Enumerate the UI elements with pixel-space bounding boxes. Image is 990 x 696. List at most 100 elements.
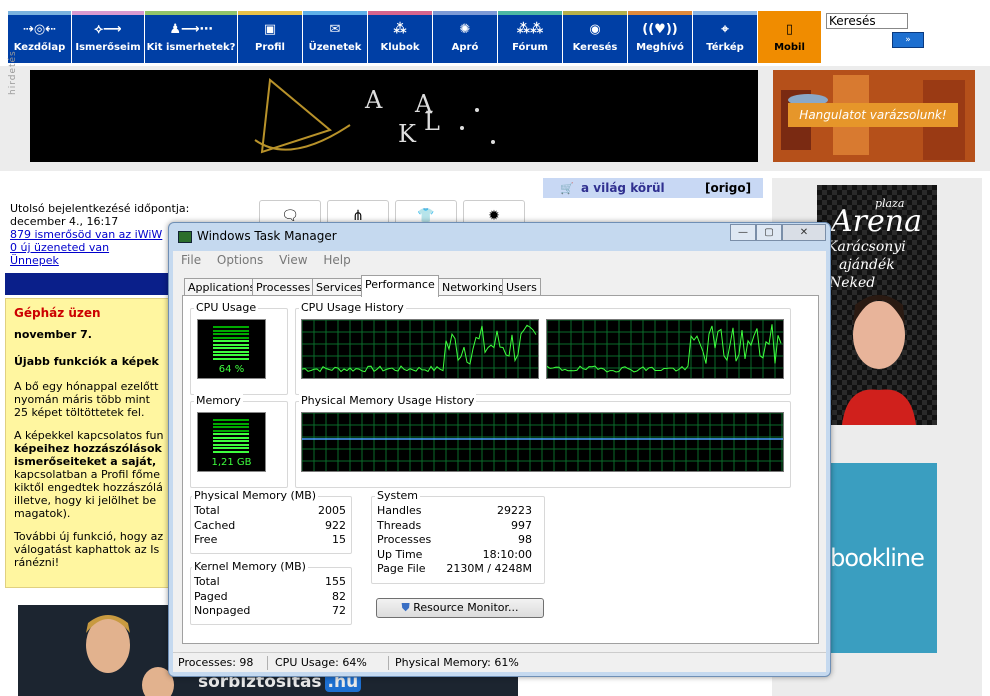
meter-segment [213,336,249,339]
nav-tab-label: Meghívó [636,42,684,53]
arena-plaza-ad[interactable]: plaza Arena Karácsonyi ajándék Neked [817,185,937,425]
world-news-source[interactable]: [origo] [705,178,751,198]
menu-help[interactable]: Help [323,253,350,267]
cpu-usage-value: 64 % [218,364,245,375]
sail-logo-icon: A A K L [254,78,495,154]
arena-ad-art: plaza Arena Karácsonyi ajándék Neked [817,185,937,425]
tab-applications[interactable]: Applications [184,278,260,296]
sys-pagefile-value: 2130M / 4248M [446,562,532,575]
tab-processes[interactable]: Processes [252,278,315,296]
people-network-icon: ♟⟶⋯ [169,22,213,37]
window-title: Windows Task Manager [197,229,337,243]
tab-users[interactable]: Users [502,278,541,296]
shopping-cart-icon: 🛒 [560,182,574,195]
kernel-nonpaged-value: 72 [332,604,346,617]
sys-uptime-value: 18:10:00 [482,547,532,561]
resource-monitor-button[interactable]: ⛊ Resource Monitor... [376,598,544,618]
nav-tab-label: Apró [451,42,479,53]
map-icon: ⌖ [721,22,729,37]
banner-ad-left[interactable]: A A K L [30,70,758,162]
nav-tab-keresés[interactable]: ◉ Keresés [563,11,627,63]
blue-separator [5,273,175,295]
nav-tab-profil[interactable]: ▣ Profil [238,11,302,63]
memory-value: 1,21 GB [211,457,252,468]
close-button[interactable]: ✕ [782,224,826,241]
banner-letter-a1: A [364,86,383,114]
nav-tab-label: Ismerőseim [75,42,141,53]
cpu-history-graph-1 [301,319,539,379]
minimize-button[interactable]: — [730,224,756,241]
notice-headline: Újabb funkciók a képek [14,355,159,368]
notice-title: Gépház üzen [14,306,101,320]
home-icon: ⇢◎⇠ [22,22,57,37]
notice-date: november 7. [14,328,92,341]
meter-segment [213,329,249,332]
world-news-title: a világ körül [581,181,665,195]
forum-icon: ⁂⁂ [516,22,544,37]
nav-tab-label: Klubok [380,42,420,53]
tab-networking[interactable]: Networking [438,278,509,296]
shield-icon: ⛊ [401,601,410,614]
meter-segment [213,354,249,356]
kernel-memory-heading: Kernel Memory (MB) [192,560,308,573]
nav-tab-üzenetek[interactable]: ✉ Üzenetek [303,11,367,63]
meter-segment [213,450,249,453]
physical-memory-heading: Physical Memory (MB) [192,489,319,502]
sys-uptime-label: Up Time [377,547,423,561]
phys-total-value: 2005 [318,504,346,517]
meter-segment [213,350,249,353]
nav-tab-meghívó[interactable]: ((♥)) Meghívó [628,11,692,63]
notice-p2b: képeihez hozzászólások [14,442,162,455]
phys-free-value: 15 [332,533,346,546]
tab-performance[interactable]: Performance [361,275,439,297]
meter-segment [213,429,249,432]
meter-segment [213,422,249,425]
classifieds-icon: ✺ [459,22,471,37]
nav-tab-kit-ismerhetek-[interactable]: ♟⟶⋯ Kit ismerhetek? [145,11,237,63]
sys-processes-value: 98 [518,533,532,546]
bookline-ad[interactable]: bookline [817,463,937,653]
kernel-total-value: 155 [325,575,346,588]
meter-segment [213,436,249,439]
arena-line3: ajándék [839,257,895,273]
cpu-usage-label: CPU Usage [194,301,259,314]
performance-panel: CPU Usage 64 % CPU Usage History Memory … [182,295,819,644]
banner-letter-k: K [398,120,417,148]
menu-view[interactable]: View [279,253,307,267]
notice-p2c: ismerőseiteket a saját, [14,455,157,468]
kernel-paged-label: Paged [194,589,228,603]
sys-handles-label: Handles [377,504,422,517]
task-manager-app-icon [178,231,192,243]
notice-p2d: kapcsolatban a Profil főme kiktől engedt… [14,468,163,520]
nav-tab-fórum[interactable]: ⁂⁂ Fórum [498,11,562,63]
task-manager-window[interactable]: Windows Task Manager — ▢ ✕ File Options … [168,222,831,677]
phys-cached-value: 922 [325,518,346,532]
search-button[interactable]: » [892,32,924,48]
physical-memory-stats: Total 2005 Cached 922 Free 15 [194,504,346,548]
cpu-history-graph-2 [546,319,784,379]
menu-options[interactable]: Options [217,253,263,267]
meter-segment [213,433,249,435]
kernel-total-label: Total [194,575,220,588]
maximize-button[interactable]: ▢ [756,224,782,241]
nav-tab-ismerőseim[interactable]: ⟡⟶ Ismerőseim [72,11,144,63]
nav-tab-térkép[interactable]: ⌖ Térkép [693,11,757,63]
invite-icon: ((♥)) [642,22,678,37]
sys-processes-label: Processes [377,533,432,546]
menu-file[interactable]: File [181,253,201,267]
sys-handles-value: 29223 [497,504,532,517]
search-input[interactable]: Keresés [826,13,908,29]
tab-services[interactable]: Services [312,278,367,296]
arena-line2: Karácsonyi [826,239,906,255]
sys-threads-value: 997 [511,518,532,532]
nav-tab-label: Mobil [774,42,805,53]
arena-title: Arena [828,204,922,239]
meter-segment [213,426,249,428]
memory-label: Memory [194,394,243,407]
kernel-memory-stats: Total 155 Paged 82 Nonpaged 72 [194,575,346,619]
kernel-nonpaged-label: Nonpaged [194,604,251,617]
nav-tab-mobil[interactable]: ▯ Mobil [758,11,821,63]
nav-tab-apró[interactable]: ✺ Apró [433,11,497,63]
nav-tab-klubok[interactable]: ⁂ Klubok [368,11,432,63]
sys-threads-label: Threads [377,518,422,532]
